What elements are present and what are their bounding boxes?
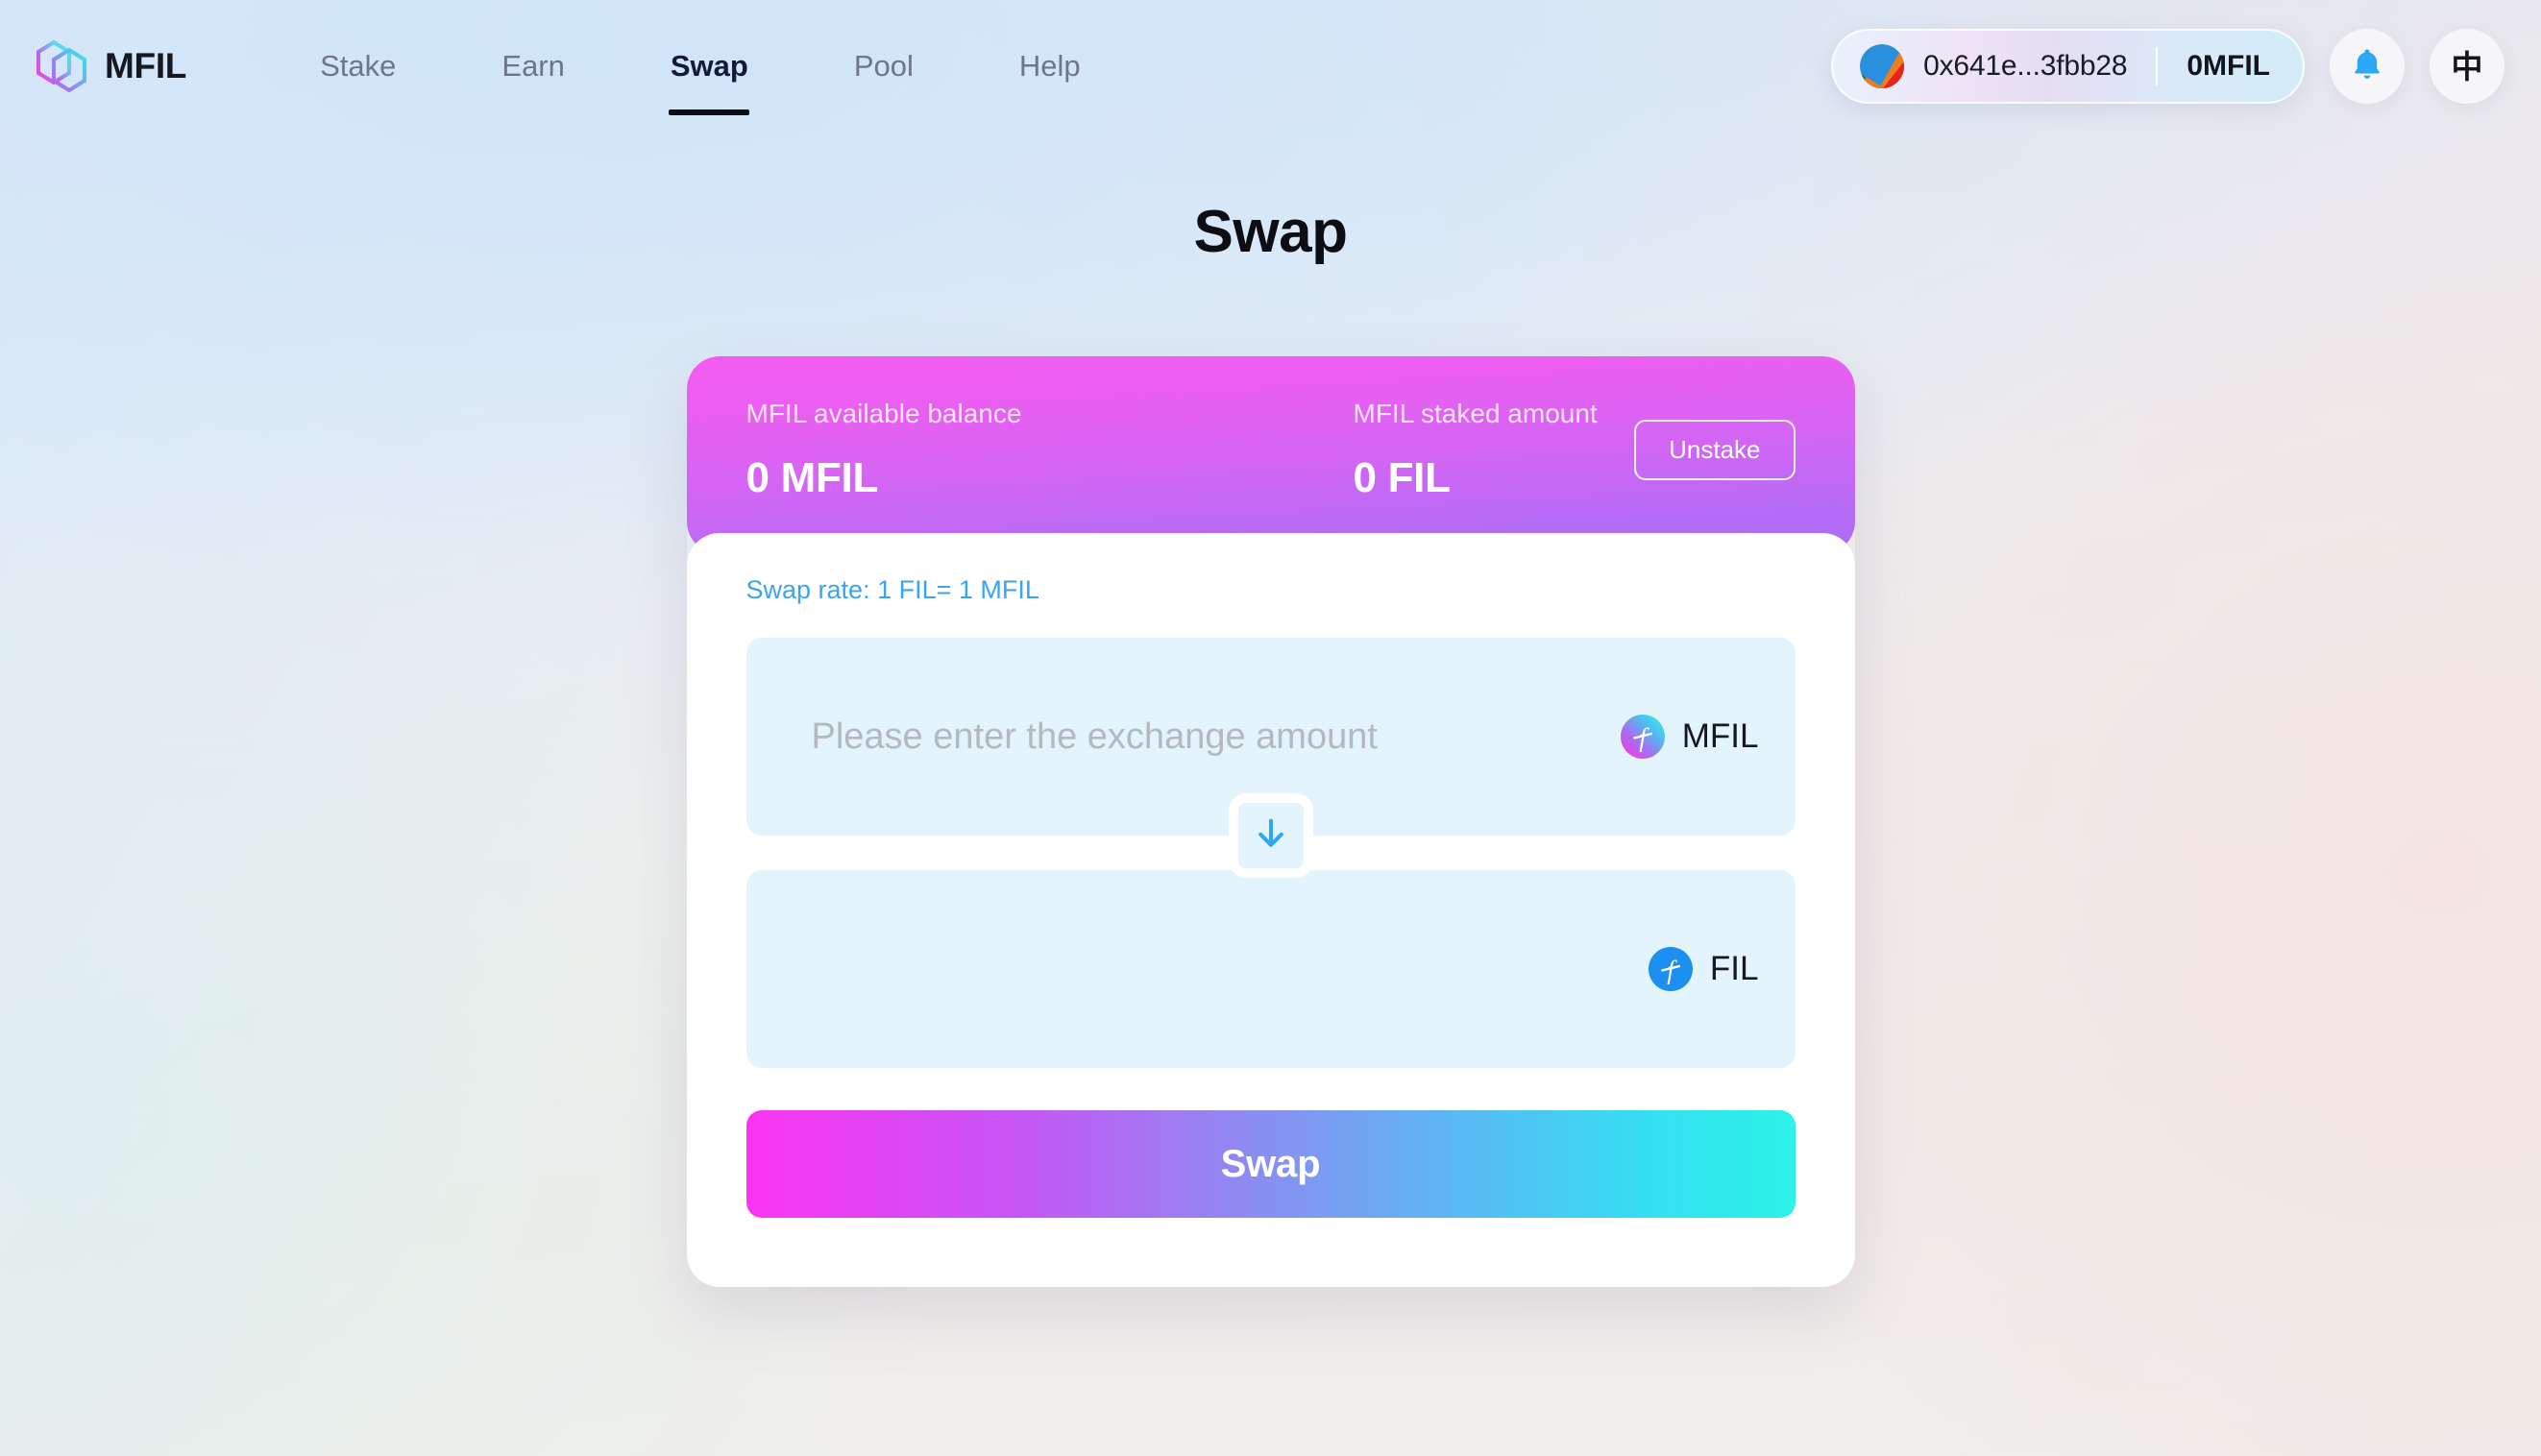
nav-item-swap[interactable]: Swap bbox=[618, 9, 801, 124]
swap-from-token-label: MFIL bbox=[1681, 717, 1759, 755]
swap-to-input[interactable] bbox=[811, 948, 1624, 990]
notification-button[interactable] bbox=[2330, 29, 2405, 104]
available-balance-label: MFIL available balance bbox=[745, 399, 1022, 428]
wallet-divider bbox=[2156, 47, 2159, 85]
nav-item-stake[interactable]: Stake bbox=[267, 9, 449, 124]
staked-amount-block: MFIL staked amount 0 FIL Unstake bbox=[1354, 399, 1796, 502]
swap-submit-button[interactable]: Swap bbox=[745, 1110, 1796, 1218]
bell-icon bbox=[2349, 45, 2385, 88]
fil-token-icon: f bbox=[1648, 947, 1693, 991]
swap-direction-button[interactable] bbox=[1228, 793, 1313, 878]
swap-to-token[interactable]: f FIL bbox=[1648, 947, 1759, 991]
nav-item-pool[interactable]: Pool bbox=[801, 9, 966, 124]
available-balance-block: MFIL available balance 0 MFIL bbox=[746, 399, 1354, 502]
swap-from-input[interactable] bbox=[811, 716, 1596, 758]
page-title: Swap bbox=[1193, 199, 1348, 265]
staked-amount-value: 0 FIL bbox=[1353, 454, 1451, 501]
brand-name: MFIL bbox=[105, 46, 187, 85]
swap-card: MFIL available balance 0 MFIL MFIL stake… bbox=[686, 356, 1855, 1287]
main-nav: Stake Earn Swap Pool Help bbox=[267, 9, 1134, 124]
language-button[interactable]: 中 bbox=[2430, 29, 2504, 104]
nav-item-earn[interactable]: Earn bbox=[449, 9, 617, 124]
staked-amount-label: MFIL staked amount bbox=[1353, 399, 1598, 428]
wallet-address: 0x641e...3fbb28 bbox=[1923, 50, 2128, 82]
swap-to-token-label: FIL bbox=[1709, 950, 1759, 987]
language-label: 中 bbox=[2451, 48, 2483, 85]
app-header: MFIL Stake Earn Swap Pool Help 0x641e...… bbox=[0, 0, 2541, 133]
swap-rate-text: Swap rate: 1 FIL= 1 MFIL bbox=[745, 575, 1039, 604]
swap-form: Swap rate: 1 FIL= 1 MFIL Please enter th… bbox=[686, 533, 1855, 1287]
unstake-button[interactable]: Unstake bbox=[1634, 420, 1796, 480]
nav-item-help[interactable]: Help bbox=[966, 9, 1134, 124]
header-right-actions: 0x641e...3fbb28 0MFIL 中 bbox=[1831, 29, 2504, 104]
swap-from-token[interactable]: f MFIL bbox=[1620, 715, 1759, 759]
available-balance-value: 0 MFIL bbox=[745, 454, 879, 501]
brand[interactable]: MFIL bbox=[35, 36, 186, 96]
swap-to-row: f FIL bbox=[745, 870, 1796, 1068]
mfil-hexagon-logo-icon bbox=[35, 36, 88, 96]
swap-card-wrapper: MFIL available balance 0 MFIL MFIL stake… bbox=[0, 356, 2541, 1287]
jazzicon-avatar-icon bbox=[1860, 44, 1905, 88]
wallet-pill[interactable]: 0x641e...3fbb28 0MFIL bbox=[1831, 29, 2305, 104]
balance-card-header: MFIL available balance 0 MFIL MFIL stake… bbox=[686, 356, 1855, 554]
mfil-token-icon: f bbox=[1620, 715, 1665, 759]
swap-io-stack: f MFIL bbox=[745, 638, 1796, 1068]
arrow-down-icon bbox=[1252, 814, 1290, 858]
wallet-balance: 0MFIL bbox=[2187, 50, 2270, 82]
